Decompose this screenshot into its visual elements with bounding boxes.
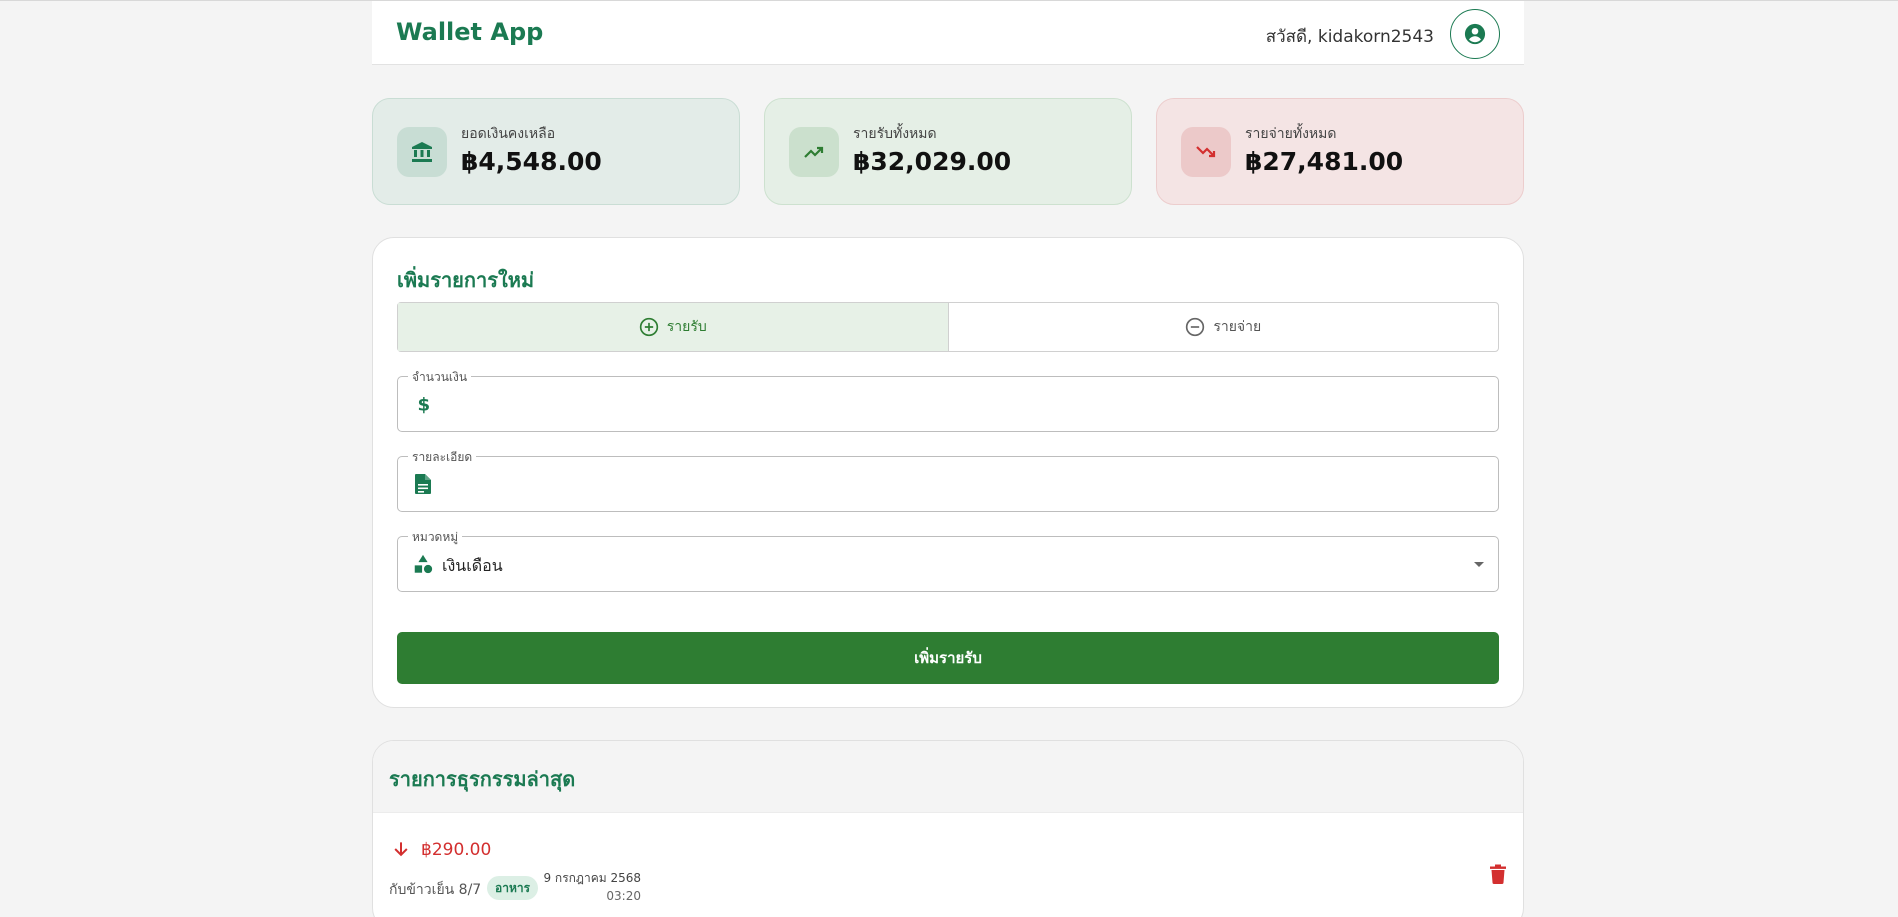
recent-transactions-panel: รายการธุรกรรมล่าสุด ฿290.00 กับข้าวเย็น … [372,740,1524,917]
income-toggle-button[interactable]: รายรับ [398,303,949,351]
expense-card: รายจ่ายทั้งหมด ฿27,481.00 [1156,98,1524,205]
transactions-title: รายการธุรกรรมล่าสุด [389,767,576,791]
transactions-header: รายการธุรกรรมล่าสุด [373,741,1523,813]
transaction-type-toggle: รายรับ รายจ่าย [397,302,1499,352]
add-income-button[interactable]: เพิ่มรายรับ [397,632,1499,684]
trending-up-icon [804,146,824,158]
form-title: เพิ่มรายการใหม่ [397,268,535,292]
expense-toggle-label: รายจ่าย [1213,319,1262,335]
amount-field: จำนวนเงิน $ [397,368,1499,432]
bank-icon [412,142,432,162]
transaction-date: 9 กรกฎาคม 2568 [543,871,641,885]
app-header: Wallet App สวัสดี, kidakorn2543 [372,1,1524,65]
description-input[interactable] [440,469,1470,499]
transaction-amount: ฿290.00 [421,840,492,860]
balance-value: ฿4,548.00 [461,147,602,176]
trending-down-icon [1196,146,1216,158]
balance-icon-box [397,127,447,177]
chevron-down-icon [1474,562,1484,567]
expense-toggle-button[interactable]: รายจ่าย [949,303,1499,351]
transaction-time: 03:20 [606,889,641,903]
category-value: เงินเดือน [442,556,503,575]
expense-icon-box [1181,127,1231,177]
income-value: ฿32,029.00 [853,147,1012,176]
category-icon [412,553,434,575]
amount-input[interactable] [440,389,1470,419]
add-transaction-panel: เพิ่มรายการใหม่ รายรับ รายจ่าย จำนวนเงิน… [372,237,1524,708]
arrow-down-icon [394,842,408,857]
remove-circle-icon [1186,317,1205,337]
income-card: รายรับทั้งหมด ฿32,029.00 [764,98,1132,205]
account-circle-icon [1464,23,1486,45]
delete-icon[interactable] [1489,864,1507,884]
svg-text:$: $ [418,394,431,414]
balance-card: ยอดเงินคงเหลือ ฿4,548.00 [372,98,740,205]
expense-label: รายจ่ายทั้งหมด [1245,126,1337,142]
income-icon-box [789,127,839,177]
document-icon [412,473,434,495]
user-greeting: สวัสดี, kidakorn2543 [1265,27,1434,47]
account-button[interactable] [1450,9,1500,59]
transaction-description: กับข้าวเย็น 8/7 [389,882,482,898]
add-circle-icon [639,317,658,337]
expense-value: ฿27,481.00 [1245,147,1404,176]
description-field: รายละเอียด [397,448,1499,512]
amount-label: จำนวนเงิน [408,368,472,387]
description-label: รายละเอียด [408,448,477,467]
category-label: หมวดหมู่ [408,528,463,547]
balance-label: ยอดเงินคงเหลือ [461,126,556,142]
category-select[interactable]: หมวดหมู่ เงินเดือน [397,528,1499,592]
transaction-row: ฿290.00 กับข้าวเย็น 8/7 อาหาร 9 กรกฎาคม … [373,813,1523,917]
category-badge: อาหาร [487,876,539,900]
dollar-icon: $ [412,393,434,415]
income-label: รายรับทั้งหมด [853,126,937,142]
income-toggle-label: รายรับ [666,319,707,335]
app-title: Wallet App [396,18,544,46]
